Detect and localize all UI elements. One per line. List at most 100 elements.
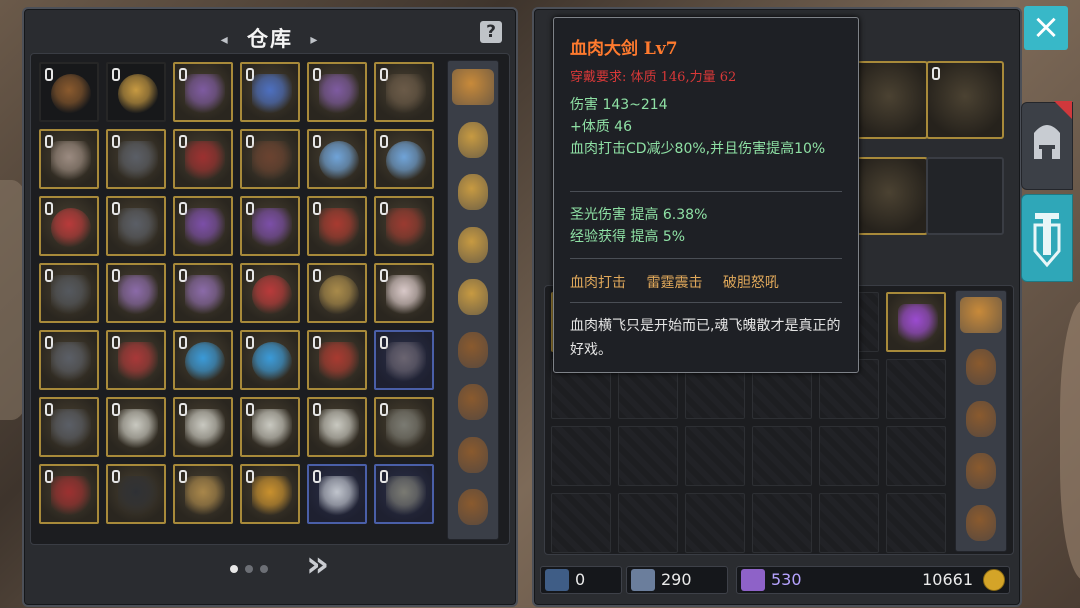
storage-slot[interactable] bbox=[374, 196, 434, 256]
page-dot[interactable] bbox=[230, 565, 238, 573]
storage-slot[interactable] bbox=[173, 397, 233, 457]
empty-slot[interactable] bbox=[752, 493, 812, 553]
storage-slot[interactable] bbox=[307, 263, 367, 323]
item-requirement: 穿戴要求: 体质 146,力量 62 bbox=[570, 70, 737, 85]
storage-slot[interactable] bbox=[106, 129, 166, 189]
page-dot[interactable] bbox=[245, 565, 253, 573]
chest-box-icon[interactable] bbox=[960, 297, 1002, 333]
item-name: 血肉大剑 Lv7 bbox=[570, 39, 678, 59]
help-icon[interactable]: ? bbox=[480, 21, 502, 43]
armor-plate-icon bbox=[252, 409, 292, 449]
storage-slot[interactable] bbox=[374, 397, 434, 457]
storage-slot[interactable] bbox=[173, 196, 233, 256]
storage-slot[interactable] bbox=[374, 129, 434, 189]
storage-slot[interactable] bbox=[106, 196, 166, 256]
storage-slot[interactable] bbox=[307, 464, 367, 524]
skill-list: 血肉打击 雷霆震击 破胆怒吼 bbox=[570, 272, 795, 292]
armor-plate-icon bbox=[319, 409, 359, 449]
pouch-brown-icon[interactable] bbox=[966, 505, 996, 541]
storage-slot[interactable] bbox=[39, 62, 99, 122]
storage-slot[interactable] bbox=[240, 330, 300, 390]
equipment-slot[interactable] bbox=[850, 61, 928, 139]
staff-wood-icon bbox=[185, 476, 225, 516]
equipment-slot[interactable] bbox=[926, 157, 1004, 235]
armor-plate-icon bbox=[118, 409, 158, 449]
empty-slot[interactable] bbox=[551, 426, 611, 486]
equipment-slot[interactable] bbox=[850, 157, 928, 235]
pouch-gold-icon[interactable] bbox=[458, 279, 488, 315]
storage-slot[interactable] bbox=[106, 397, 166, 457]
pouch-gold-icon[interactable] bbox=[458, 226, 488, 263]
storage-slot[interactable] bbox=[374, 464, 434, 524]
storage-slot[interactable] bbox=[240, 196, 300, 256]
storage-slot[interactable] bbox=[240, 464, 300, 524]
storage-slot[interactable] bbox=[106, 62, 166, 122]
skull-purple-icon bbox=[118, 275, 158, 315]
lock-icon bbox=[45, 68, 53, 81]
empty-slot[interactable] bbox=[886, 493, 946, 553]
storage-slot[interactable] bbox=[106, 263, 166, 323]
close-button[interactable]: × bbox=[1024, 6, 1068, 50]
storage-slot[interactable] bbox=[39, 464, 99, 524]
pouch-brown-icon[interactable] bbox=[966, 453, 996, 489]
page-dot[interactable] bbox=[260, 565, 268, 573]
storage-slot[interactable] bbox=[173, 263, 233, 323]
storage-slot[interactable] bbox=[173, 464, 233, 524]
pouch-gold-icon[interactable] bbox=[458, 121, 488, 158]
storage-slot[interactable] bbox=[307, 196, 367, 256]
empty-slot[interactable] bbox=[618, 493, 678, 553]
armor-dark-icon bbox=[118, 208, 158, 248]
storage-slot[interactable] bbox=[307, 129, 367, 189]
pouch-brown-icon[interactable] bbox=[966, 349, 996, 385]
notification-badge bbox=[1054, 101, 1072, 119]
storage-slot[interactable] bbox=[39, 196, 99, 256]
empty-slot[interactable] bbox=[752, 426, 812, 486]
potion-purple-icon bbox=[898, 304, 938, 344]
inventory-slot[interactable] bbox=[886, 292, 946, 352]
tab-weapon[interactable] bbox=[1021, 194, 1073, 282]
storage-slot[interactable] bbox=[39, 330, 99, 390]
pouch-brown-icon[interactable] bbox=[458, 489, 488, 525]
storage-slot[interactable] bbox=[39, 397, 99, 457]
empty-slot[interactable] bbox=[819, 493, 879, 553]
chest-box-icon[interactable] bbox=[452, 69, 494, 105]
currency-keys: 0 bbox=[540, 566, 622, 594]
storage-slot[interactable] bbox=[374, 62, 434, 122]
empty-slot[interactable] bbox=[685, 426, 745, 486]
empty-slot[interactable] bbox=[618, 426, 678, 486]
staff-red-icon bbox=[319, 342, 359, 382]
storage-slot[interactable] bbox=[173, 129, 233, 189]
storage-slot[interactable] bbox=[173, 330, 233, 390]
skull-purple-icon bbox=[185, 275, 225, 315]
pouch-brown-icon[interactable] bbox=[966, 401, 996, 437]
storage-slot[interactable] bbox=[307, 330, 367, 390]
pouch-brown-icon[interactable] bbox=[458, 384, 488, 420]
pouch-gold-icon[interactable] bbox=[458, 174, 488, 210]
storage-slot[interactable] bbox=[240, 397, 300, 457]
storage-slot[interactable] bbox=[307, 397, 367, 457]
storage-slot[interactable] bbox=[240, 62, 300, 122]
skill-name: 血肉打击 bbox=[570, 275, 626, 291]
currency-crystals-gold: 530 10661 bbox=[736, 566, 1010, 594]
tab-armor[interactable] bbox=[1021, 101, 1073, 190]
storage-slot[interactable] bbox=[106, 464, 166, 524]
pouch-brown-icon[interactable] bbox=[458, 436, 488, 473]
storage-slot[interactable] bbox=[106, 330, 166, 390]
storage-slot[interactable] bbox=[374, 330, 434, 390]
storage-slot[interactable] bbox=[374, 263, 434, 323]
empty-slot[interactable] bbox=[819, 426, 879, 486]
storage-slot[interactable] bbox=[39, 129, 99, 189]
empty-slot[interactable] bbox=[886, 359, 946, 419]
empty-slot[interactable] bbox=[886, 426, 946, 486]
storage-slot[interactable] bbox=[240, 129, 300, 189]
storage-slot[interactable] bbox=[240, 263, 300, 323]
pouch-brown-icon[interactable] bbox=[458, 331, 488, 368]
storage-slot[interactable] bbox=[39, 263, 99, 323]
equipment-slot[interactable] bbox=[926, 61, 1004, 139]
storage-slot[interactable] bbox=[307, 62, 367, 122]
empty-slot[interactable] bbox=[685, 493, 745, 553]
empty-slot[interactable] bbox=[551, 493, 611, 553]
storage-slot[interactable] bbox=[173, 62, 233, 122]
gauntlet-icon bbox=[386, 476, 426, 516]
next-page-button[interactable]: » bbox=[306, 544, 329, 585]
